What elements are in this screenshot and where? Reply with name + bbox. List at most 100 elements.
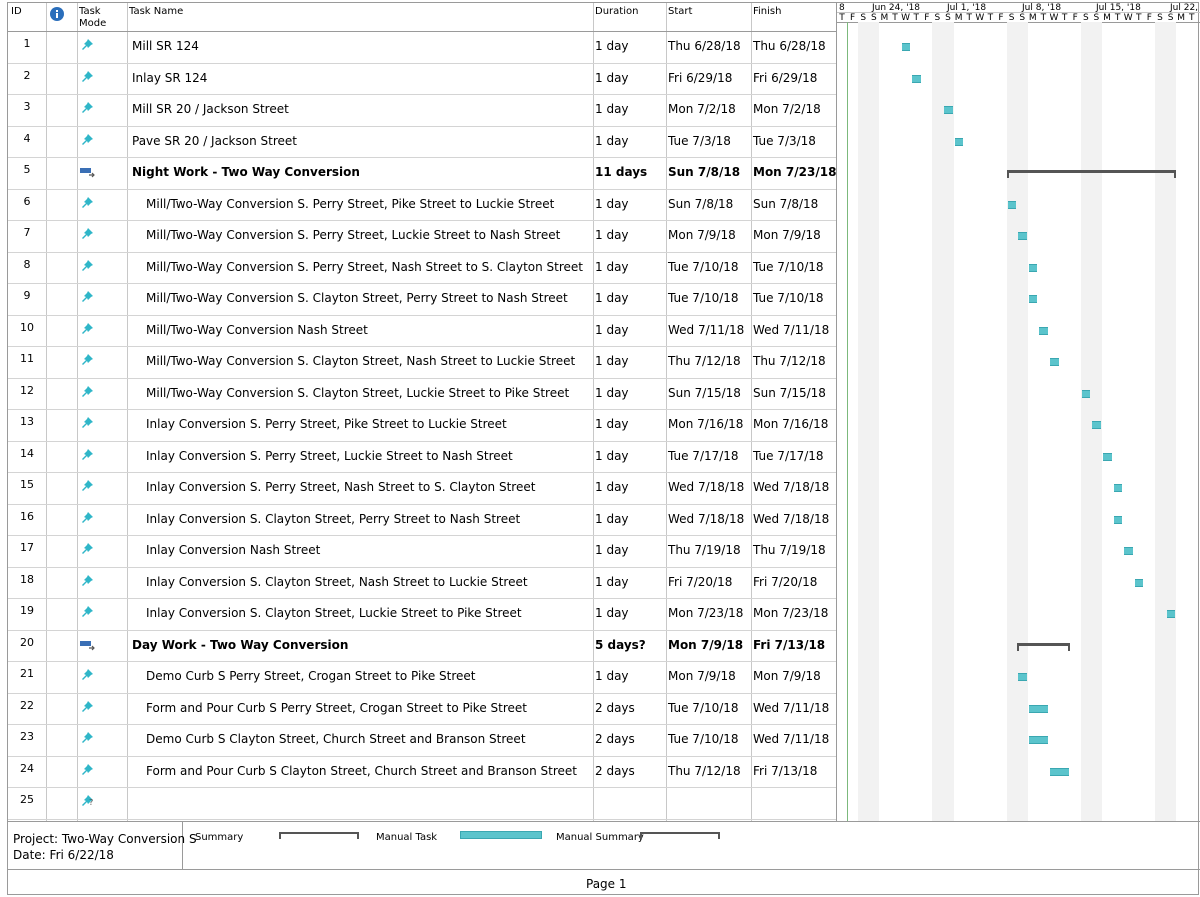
task-id[interactable]: 20: [8, 636, 46, 650]
task-start[interactable]: Fri 6/29/18: [668, 71, 732, 85]
task-start[interactable]: Tue 7/10/18: [668, 732, 739, 746]
task-duration[interactable]: 1 day: [595, 543, 629, 557]
task-duration[interactable]: 5 days?: [595, 638, 646, 652]
task-name[interactable]: Inlay Conversion S. Perry Street, Pike S…: [146, 417, 507, 431]
manual-task-bar[interactable]: [1113, 515, 1123, 524]
manual-task-bar[interactable]: [1134, 578, 1144, 587]
task-duration[interactable]: 1 day: [595, 134, 629, 148]
task-duration[interactable]: 1 day: [595, 102, 629, 116]
manual-task-bar[interactable]: [1113, 484, 1123, 492]
header-finish[interactable]: Finish: [753, 6, 781, 18]
task-id[interactable]: 7: [8, 226, 46, 240]
task-id[interactable]: 3: [8, 100, 46, 114]
task-id[interactable]: 5: [8, 163, 46, 177]
manual-task-bar[interactable]: [944, 106, 953, 114]
task-start[interactable]: Thu 7/19/18: [668, 543, 741, 557]
manual-task-bar[interactable]: [1124, 547, 1133, 555]
task-id[interactable]: 11: [8, 352, 46, 366]
task-finish[interactable]: Tue 7/3/18: [753, 134, 816, 148]
task-name[interactable]: Inlay SR 124: [132, 71, 207, 85]
task-start[interactable]: Tue 7/17/18: [668, 449, 739, 463]
summary-task-name[interactable]: Night Work - Two Way Conversion: [132, 165, 360, 179]
task-duration[interactable]: 1 day: [595, 606, 629, 620]
task-id[interactable]: 6: [8, 195, 46, 209]
task-finish[interactable]: Sun 7/8/18: [753, 197, 818, 211]
task-start[interactable]: Thu 7/12/18: [668, 764, 741, 778]
manual-task-bar[interactable]: [1050, 767, 1070, 776]
task-start[interactable]: Wed 7/18/18: [668, 512, 744, 526]
task-duration[interactable]: 1 day: [595, 449, 629, 463]
manual-task-bar[interactable]: [1039, 326, 1048, 335]
task-id[interactable]: 16: [8, 510, 46, 524]
task-name[interactable]: Mill/Two-Way Conversion S. Clayton Stree…: [146, 291, 568, 305]
task-id[interactable]: 15: [8, 478, 46, 492]
manual-task-bar[interactable]: [1018, 673, 1027, 681]
summary-bar[interactable]: [1017, 642, 1071, 651]
task-start[interactable]: Thu 7/12/18: [668, 354, 741, 368]
task-duration[interactable]: 1 day: [595, 512, 629, 526]
task-start[interactable]: Mon 7/9/18: [668, 638, 743, 652]
task-start[interactable]: Tue 7/3/18: [668, 134, 731, 148]
task-start[interactable]: Mon 7/23/18: [668, 606, 743, 620]
task-finish[interactable]: Mon 7/23/18: [753, 165, 836, 179]
task-duration[interactable]: 1 day: [595, 39, 629, 53]
task-name[interactable]: Mill/Two-Way Conversion S. Perry Street,…: [146, 228, 560, 242]
header-start[interactable]: Start: [668, 6, 692, 18]
task-finish[interactable]: Fri 7/13/18: [753, 638, 825, 652]
manual-task-bar[interactable]: [1092, 421, 1101, 429]
manual-task-bar[interactable]: [1081, 389, 1091, 398]
task-id[interactable]: 13: [8, 415, 46, 429]
task-start[interactable]: Sun 7/8/18: [668, 165, 740, 179]
task-duration[interactable]: 2 days: [595, 764, 635, 778]
header-duration[interactable]: Duration: [595, 6, 638, 18]
task-finish[interactable]: Mon 7/23/18: [753, 606, 828, 620]
task-id[interactable]: 14: [8, 447, 46, 461]
task-duration[interactable]: 1 day: [595, 669, 629, 683]
task-duration[interactable]: 1 day: [595, 291, 629, 305]
task-name[interactable]: Demo Curb S Clayton Street, Church Stree…: [146, 732, 526, 746]
task-duration[interactable]: 1 day: [595, 260, 629, 274]
task-finish[interactable]: Mon 7/9/18: [753, 228, 821, 242]
task-name[interactable]: Mill/Two-Way Conversion S. Perry Street,…: [146, 197, 554, 211]
task-finish[interactable]: Fri 7/13/18: [753, 764, 817, 778]
task-id[interactable]: 1: [8, 37, 46, 51]
task-finish[interactable]: Wed 7/18/18: [753, 512, 829, 526]
task-name[interactable]: Mill/Two-Way Conversion S. Perry Street,…: [146, 260, 583, 274]
task-duration[interactable]: 1 day: [595, 480, 629, 494]
task-start[interactable]: Sun 7/15/18: [668, 386, 741, 400]
task-finish[interactable]: Thu 7/19/18: [753, 543, 826, 557]
manual-task-bar[interactable]: [1007, 200, 1017, 209]
manual-task-bar[interactable]: [1028, 704, 1048, 713]
manual-task-bar[interactable]: [901, 43, 911, 51]
task-start[interactable]: Mon 7/2/18: [668, 102, 736, 116]
header-id[interactable]: ID: [11, 6, 22, 18]
task-id[interactable]: 8: [8, 258, 46, 272]
task-duration[interactable]: 1 day: [595, 386, 629, 400]
task-finish[interactable]: Wed 7/18/18: [753, 480, 829, 494]
task-start[interactable]: Mon 7/9/18: [668, 228, 736, 242]
header-task-mode[interactable]: Task Mode: [79, 6, 106, 30]
task-name[interactable]: Inlay Conversion S. Clayton Street, Luck…: [146, 606, 522, 620]
task-finish[interactable]: Fri 7/20/18: [753, 575, 817, 589]
task-name[interactable]: Inlay Conversion Nash Street: [146, 543, 320, 557]
task-finish[interactable]: Tue 7/10/18: [753, 260, 824, 274]
task-duration[interactable]: 1 day: [595, 323, 629, 337]
task-name[interactable]: Mill SR 20 / Jackson Street: [132, 102, 289, 116]
task-duration[interactable]: 1 day: [595, 197, 629, 211]
task-start[interactable]: Fri 7/20/18: [668, 575, 732, 589]
task-start[interactable]: Sun 7/8/18: [668, 197, 733, 211]
task-id[interactable]: 24: [8, 762, 46, 776]
manual-task-bar[interactable]: [954, 137, 964, 146]
task-start[interactable]: Tue 7/10/18: [668, 260, 739, 274]
task-name[interactable]: Form and Pour Curb S Perry Street, Croga…: [146, 701, 527, 715]
task-start[interactable]: Tue 7/10/18: [668, 701, 739, 715]
manual-task-bar[interactable]: [1018, 232, 1027, 240]
task-start[interactable]: Mon 7/16/18: [668, 417, 743, 431]
task-name[interactable]: Mill/Two-Way Conversion S. Clayton Stree…: [146, 386, 569, 400]
summary-bar[interactable]: [1006, 170, 1177, 178]
header-task-name[interactable]: Task Name: [129, 6, 183, 18]
task-start[interactable]: Wed 7/18/18: [668, 480, 744, 494]
task-name[interactable]: Mill/Two-Way Conversion S. Clayton Stree…: [146, 354, 575, 368]
task-id[interactable]: 25: [8, 793, 46, 807]
task-name[interactable]: Inlay Conversion S. Perry Street, Luckie…: [146, 449, 513, 463]
